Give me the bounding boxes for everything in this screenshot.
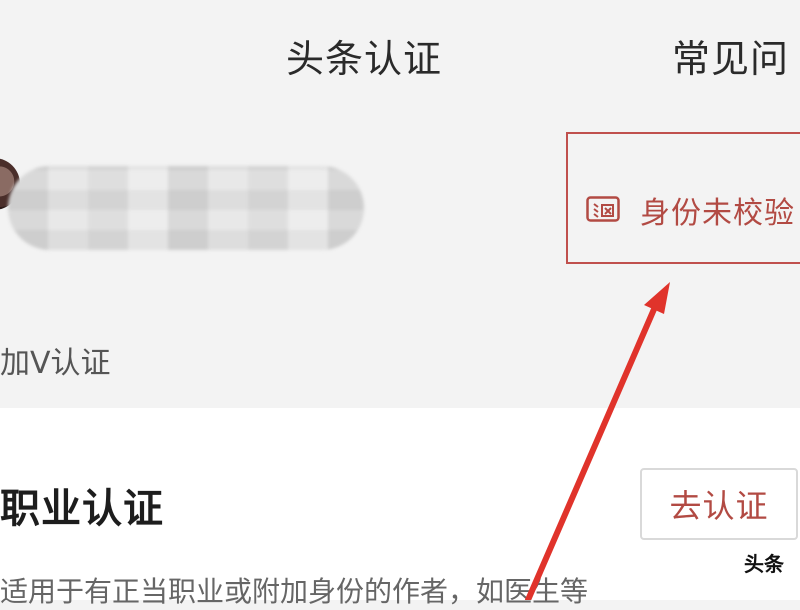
id-status-label: 身份未校验 [640,196,795,231]
go-certify-button[interactable]: 去认证 [640,468,798,540]
username-redacted [8,166,364,250]
tab-faq[interactable]: 常见问 [672,28,789,83]
tab-toutiao-certification[interactable]: 头条认证 [286,28,442,83]
id-status-button[interactable]: 身份未校验 [566,132,800,264]
v-certification-hint: 加V认证 [0,346,111,381]
watermark: 头条 [742,548,786,577]
blur-overlay [8,166,364,250]
id-card-icon [586,196,620,222]
page-header: 头条认证 常见问 [0,0,800,100]
card-title: 职业认证 [0,486,164,532]
card-description: 适用于有正当职业或附加身份的作者，如医生等 [0,575,589,608]
